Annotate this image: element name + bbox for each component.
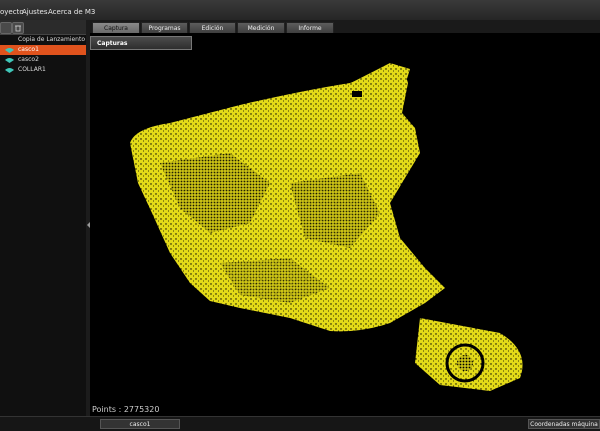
- tree-header-label: Copia de Lanzamiento: [18, 36, 86, 43]
- menu-ajustes[interactable]: Ajustes: [22, 8, 48, 16]
- menu-bar: oyecto Ajustes Acerca de M3: [0, 0, 600, 21]
- tab-captura-manual[interactable]: Captura manual: [92, 22, 140, 43]
- coordinate-mode-button[interactable]: Coordenadas máquina: [528, 419, 600, 429]
- tree-item-label: casco1: [18, 46, 39, 53]
- tree-item-casco1[interactable]: casco1: [0, 45, 86, 55]
- capturas-panel[interactable]: Capturas: [90, 36, 192, 50]
- tab-bar: Captura manual Programas Edición Medició…: [90, 20, 600, 43]
- selected-object-field: casco1: [100, 419, 180, 429]
- point-count: Points : 2775320: [92, 405, 160, 414]
- tree-item-label: casco2: [18, 56, 39, 63]
- scan-object-icon: [5, 68, 14, 73]
- tree-item-collar1[interactable]: COLLAR1: [0, 65, 86, 75]
- scan-object-icon: [5, 48, 14, 53]
- tree-toolbar: [0, 20, 86, 35]
- tab-edicion[interactable]: Edición: [189, 22, 236, 33]
- tab-medicion[interactable]: Medición: [237, 22, 285, 33]
- tab-informe[interactable]: Informe: [286, 22, 334, 33]
- tab-programas[interactable]: Programas: [141, 22, 188, 33]
- scan-object-icon: [5, 58, 14, 63]
- helmet-point-cloud: [130, 63, 523, 391]
- capturas-label: Capturas: [97, 40, 128, 47]
- point-cloud-viewport[interactable]: [90, 33, 600, 416]
- project-tree-panel: Copia de Lanzamiento casco1 casco2 COLLA…: [0, 20, 87, 416]
- menu-proyecto[interactable]: oyecto: [0, 8, 24, 16]
- status-bar: casco1 Coordenadas máquina: [0, 416, 600, 431]
- trash-icon[interactable]: [12, 22, 24, 34]
- tree-add-icon[interactable]: [0, 22, 12, 34]
- menu-acerca[interactable]: Acerca de M3: [48, 8, 95, 16]
- tree-item-label: COLLAR1: [18, 66, 46, 73]
- tree-header: Copia de Lanzamiento: [0, 35, 86, 45]
- tree-item-casco2[interactable]: casco2: [0, 55, 86, 65]
